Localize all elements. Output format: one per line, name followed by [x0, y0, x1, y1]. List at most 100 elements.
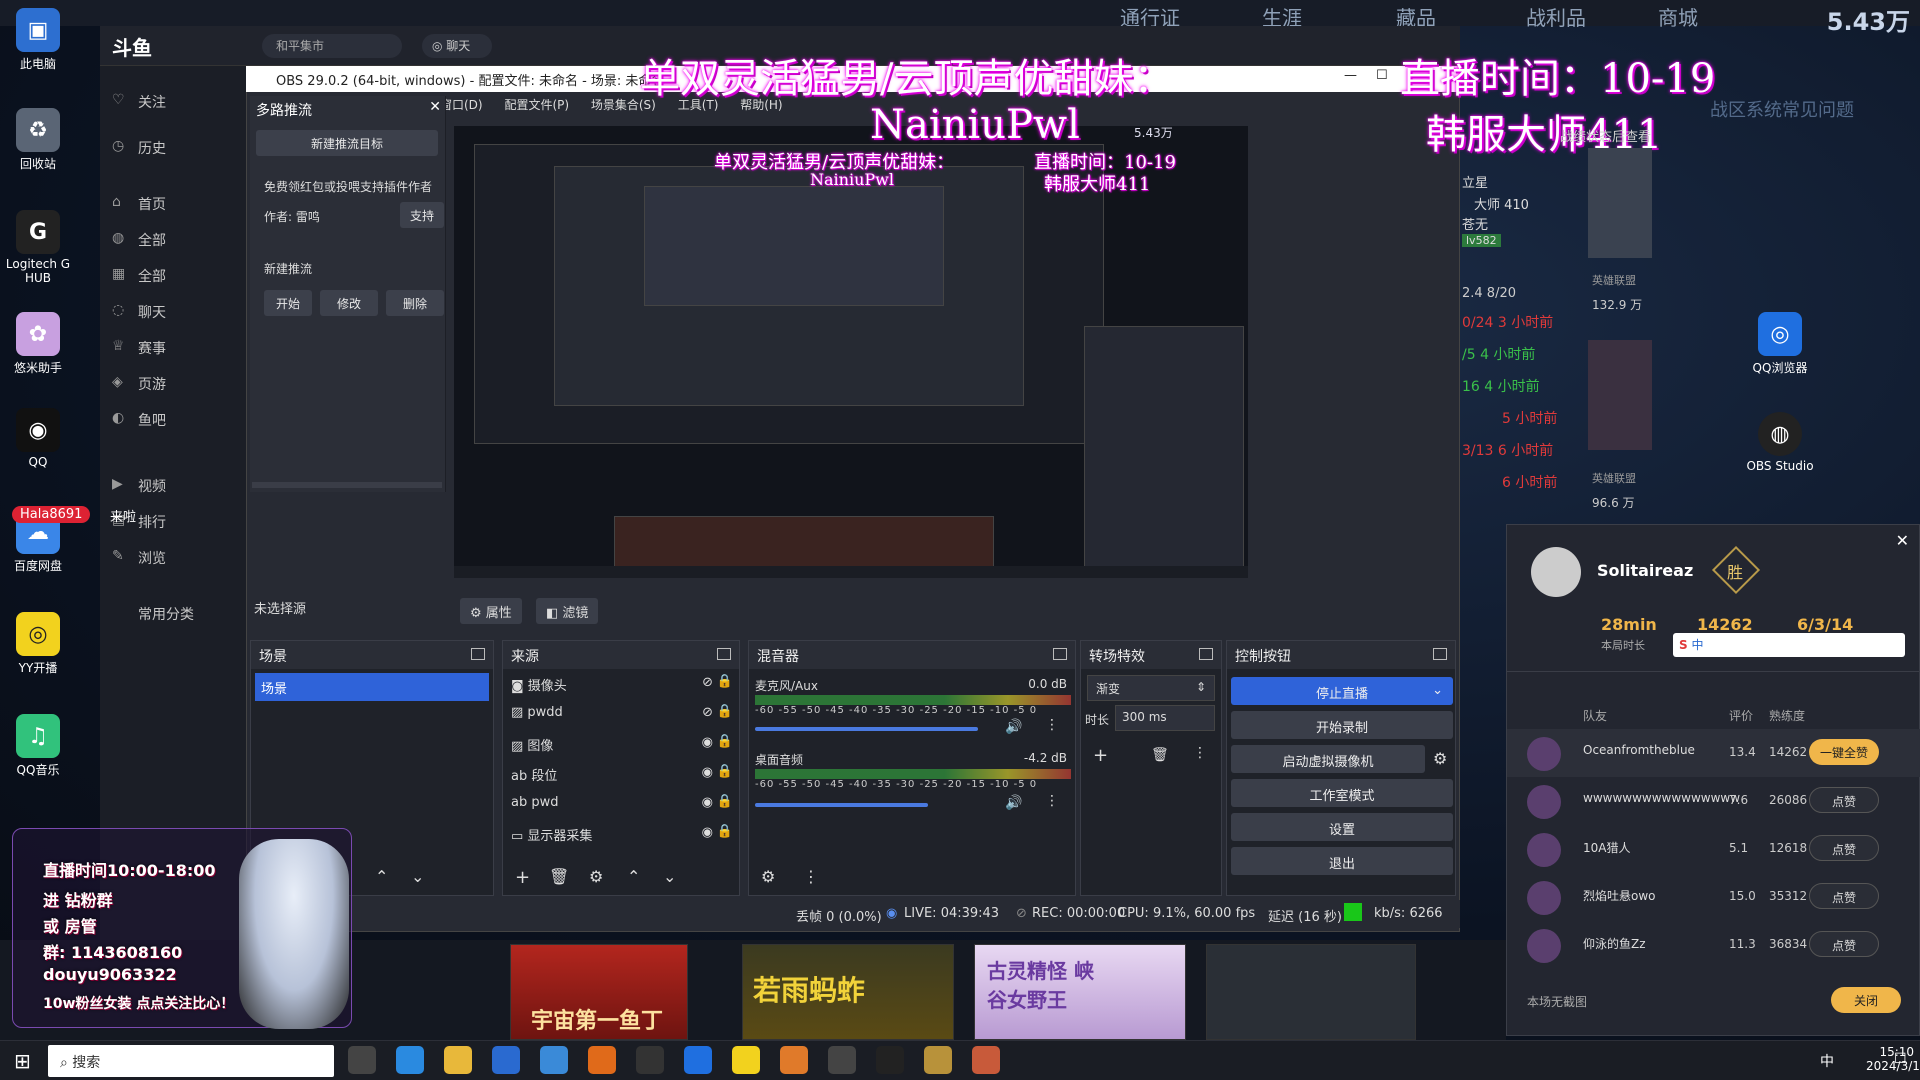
douyu-nav-browse[interactable]: ✎ 浏览 — [108, 548, 248, 574]
mixer-settings-icon[interactable]: ⚙ — [761, 867, 775, 886]
mail-icon[interactable] — [540, 1046, 568, 1074]
douyu-taskbar-icon[interactable] — [588, 1046, 616, 1074]
new-target-button[interactable]: 新建推流目标 — [256, 130, 438, 156]
add-icon[interactable]: + — [515, 867, 530, 888]
source-row-pwd[interactable]: ab pwd ◉ 🔒 — [503, 789, 739, 819]
windows-start-icon[interactable]: ⊞ — [14, 1049, 31, 1073]
douyu-nav-common[interactable]: 常用分类 — [108, 604, 248, 630]
virtual-cam-gear-icon[interactable]: ⚙ — [1433, 749, 1447, 768]
start-record-button[interactable]: 开始录制 — [1231, 711, 1453, 739]
nav-loot[interactable]: 战利品 — [1526, 2, 1586, 31]
close-icon[interactable]: ✕ — [1896, 531, 1909, 550]
lock-icon[interactable]: 🔒 — [717, 824, 733, 839]
lock-icon[interactable]: 🔒 — [717, 794, 733, 809]
menu-window[interactable]: 窗口(D) — [440, 98, 483, 112]
duration-input[interactable]: 300 ms — [1115, 705, 1215, 731]
douyu-nav-follow[interactable]: ♡ 关注 — [108, 92, 248, 118]
like-button[interactable]: 点赞 — [1809, 787, 1879, 813]
edge-icon[interactable] — [396, 1046, 424, 1074]
yy-taskbar-icon[interactable] — [732, 1046, 760, 1074]
popout-icon[interactable] — [717, 648, 731, 660]
nav-shop[interactable]: 商城 — [1658, 2, 1698, 31]
popout-icon[interactable] — [1199, 648, 1213, 660]
desktop-icon-ghub[interactable]: G Logitech G HUB — [4, 210, 72, 285]
like-button[interactable]: 点赞 — [1809, 883, 1879, 909]
source-row-camera[interactable]: ◙ 摄像头 ⊘ 🔒 — [503, 669, 739, 699]
douyu-nav-webgame[interactable]: ◈ 页游 — [108, 374, 248, 400]
app-taskbar-icon[interactable] — [780, 1046, 808, 1074]
speaker-icon[interactable]: 🔊 — [1005, 719, 1022, 735]
virtual-cam-button[interactable]: 启动虚拟摄像机 — [1231, 745, 1425, 773]
source-row-image[interactable]: ▨ 图像 ◉ 🔒 — [503, 729, 739, 759]
douyu-nav-chat[interactable]: ◌ 聊天 — [108, 302, 248, 328]
speaker-icon[interactable]: 🔊 — [1005, 795, 1022, 811]
source-row-display[interactable]: ▭ 显示器采集 ◉ 🔒 — [503, 819, 739, 849]
lock-icon[interactable]: 🔒 — [717, 764, 733, 779]
store-icon[interactable] — [492, 1046, 520, 1074]
settings-icon[interactable]: ⚙ — [589, 867, 603, 886]
notification-icon[interactable]: ☐ — [1894, 1051, 1907, 1067]
eye-icon[interactable]: ◉ — [702, 765, 713, 780]
move-down-icon[interactable]: ⌄ — [411, 867, 424, 886]
scene-item[interactable]: 场景 — [255, 673, 489, 701]
douyu-chat-button[interactable]: ◎ 聊天 — [422, 34, 492, 58]
desktop-icon-computer[interactable]: ▣ 此电脑 — [4, 8, 72, 72]
source-row-pwdd[interactable]: ▨ pwdd ⊘ 🔒 — [503, 699, 739, 729]
eye-icon[interactable]: ◉ — [702, 825, 713, 840]
eye-hidden-icon[interactable]: ⊘ — [702, 675, 713, 690]
maximize-icon[interactable]: ☐ — [1376, 68, 1388, 83]
filters-button[interactable]: ◧ 滤镜 — [536, 598, 599, 624]
more-icon[interactable]: ⋮ — [1193, 745, 1207, 761]
more-icon[interactable]: ⋮ — [1045, 717, 1059, 733]
thumbnail-1[interactable]: 宇宙第一鱼丁 — [510, 944, 688, 1040]
start-button[interactable]: 开始 — [264, 290, 312, 316]
lock-icon[interactable]: 🔒 — [717, 704, 733, 719]
ghub-taskbar-icon[interactable] — [876, 1046, 904, 1074]
popout-icon[interactable] — [1053, 648, 1067, 660]
eye-icon[interactable]: ◉ — [702, 795, 713, 810]
eye-icon[interactable]: ◉ — [702, 735, 713, 750]
more-icon[interactable]: ⋮ — [1045, 793, 1059, 809]
explorer-icon[interactable] — [444, 1046, 472, 1074]
douyu-nav-video[interactable]: ▶ 视频 — [108, 476, 248, 502]
table-row[interactable]: 烈焰吐悬owo 15.0 35312 点赞 — [1507, 873, 1920, 921]
desktop-icon-obs[interactable]: ◍ OBS Studio — [1746, 412, 1814, 473]
close-icon[interactable]: ✕ — [429, 99, 441, 115]
stop-stream-button[interactable]: 停止直播 ⌄ — [1231, 677, 1453, 705]
lol-taskbar-icon[interactable] — [924, 1046, 952, 1074]
settings-button[interactable]: 设置 — [1231, 813, 1453, 841]
move-up-icon[interactable]: ⌃ — [627, 867, 640, 886]
table-row[interactable]: wwwwwwwwwwwwwwww 7.6 26086 点赞 — [1507, 777, 1920, 825]
popout-icon[interactable] — [471, 648, 485, 660]
douyu-nav-history[interactable]: ◷ 历史 — [108, 138, 248, 164]
taskview-icon[interactable] — [348, 1046, 376, 1074]
douyu-active-taskbar-icon[interactable] — [972, 1046, 1000, 1074]
taskbar-search-input[interactable]: ⌕ 搜索 — [48, 1045, 334, 1077]
close-button[interactable]: 关闭 — [1831, 987, 1901, 1013]
like-all-button[interactable]: 一键全赞 — [1809, 739, 1879, 765]
add-icon[interactable]: + — [1093, 745, 1108, 766]
desktop-icon-qqbrowser[interactable]: ◎ QQ浏览器 — [1746, 312, 1814, 376]
taskbar-ime[interactable]: 中 — [1820, 1051, 1834, 1071]
ime-toolbar[interactable]: S 中 — [1673, 633, 1905, 657]
douyu-nav-all-2[interactable]: ▦ 全部 — [108, 266, 248, 292]
thumbnail-2[interactable]: 若雨蚂蚱 — [742, 944, 954, 1040]
desktop-icon-yumi[interactable]: ✿ 悠米助手 — [4, 312, 72, 376]
douyu-nav-home[interactable]: ⌂ 首页 — [108, 194, 248, 220]
lock-icon[interactable]: 🔒 — [717, 734, 733, 749]
trash-icon[interactable]: 🗑 — [549, 867, 569, 886]
table-row[interactable]: 10A猎人 5.1 12618 点赞 — [1507, 825, 1920, 873]
minimize-icon[interactable]: — — [1344, 68, 1357, 83]
eye-hidden-icon[interactable]: ⊘ — [702, 705, 713, 720]
edit-button[interactable]: 修改 — [320, 290, 378, 316]
table-row[interactable]: Oceanfromtheblue 13.4 14262 一键全赞 — [1507, 729, 1920, 777]
multistream-scrollbar[interactable] — [252, 482, 442, 488]
obs-preview[interactable]: 单双灵活猛男/云顶声优甜妹： NainiuPwl 直播时间：10-19 韩服大师… — [454, 126, 1248, 578]
desktop-icon-recycle[interactable]: ♻ 回收站 — [4, 108, 72, 172]
support-button[interactable]: 支持 — [400, 202, 444, 228]
like-button[interactable]: 点赞 — [1809, 931, 1879, 957]
app2-taskbar-icon[interactable] — [828, 1046, 856, 1074]
obs-taskbar-icon[interactable] — [636, 1046, 664, 1074]
douyu-nav-all-1[interactable]: ◍ 全部 — [108, 230, 248, 256]
mic-volume-slider[interactable] — [755, 727, 978, 731]
